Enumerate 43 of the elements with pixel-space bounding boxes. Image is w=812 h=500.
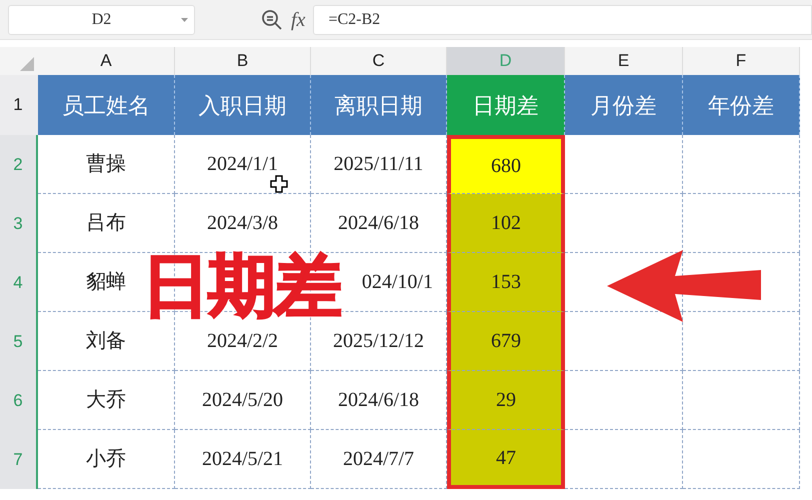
table-cell-text: 024/10/1 [362,270,433,295]
table-cell-text: 2024/2/2 [206,329,278,354]
column-header[interactable]: F [683,47,800,75]
table-cell-text: 刘备 [86,329,126,354]
table-cell-text: 2024/7/7 [342,447,414,472]
column-header[interactable]: B [175,47,311,75]
name-box[interactable]: D2 [8,4,195,34]
table-cell: 29 [447,371,565,430]
row-header[interactable]: 1 [0,75,38,135]
table-cell: 680 [447,135,565,194]
column-header[interactable]: C [311,47,447,75]
column-header[interactable]: A [38,47,175,75]
table-cell-text: 2024/6/18 [338,388,420,413]
caption-text: 日期差 [141,250,342,322]
table-cell: 47 [447,430,565,489]
caret-icon [181,18,188,22]
table-cell-text: 2025/12/12 [332,329,424,354]
header-cell: 月份差 [565,75,683,135]
header-cell: 日期差 [447,75,565,135]
column-header[interactable]: E [565,47,683,75]
function-button[interactable]: fx [291,10,306,30]
table-cell-text: 大乔 [86,388,126,413]
table-cell-text: 2025/11/11 [334,152,424,177]
table-cell-text: 2024/6/18 [338,211,420,236]
header-cell: 入职日期 [175,75,311,135]
table-cell-text: 2024/3/8 [206,211,278,236]
table-cell-text: 吕布 [86,211,126,236]
cursor-icon [270,175,288,193]
header-cell: 年份差 [683,75,800,135]
table-cell-text: 2024/5/20 [202,388,284,413]
header-cell: 员工姓名 [38,75,175,135]
table-cell-text: 2024/5/21 [202,447,284,472]
corner-handle[interactable] [0,47,38,75]
table-cell: 679 [447,312,565,371]
table-cell-text: 曹操 [86,152,126,177]
table-cell: 102 [447,194,565,253]
table-cell: 153 [447,253,565,312]
formula-field[interactable]: =C2-B2 [313,4,812,34]
table-cell-text: 2024/1/1 [206,152,278,177]
zoom-icon[interactable] [261,8,283,30]
table-cell-text: 貂蝉 [86,270,126,295]
header-cell: 离职日期 [311,75,447,135]
table-cell-text: 小乔 [86,447,126,472]
